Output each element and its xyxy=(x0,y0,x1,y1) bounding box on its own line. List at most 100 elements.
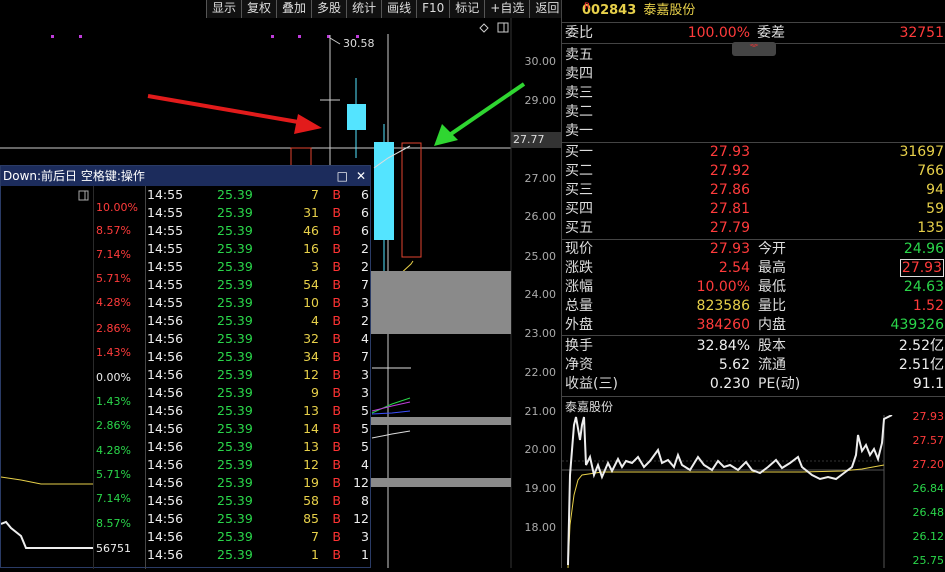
chart-price-label: 26.12 xyxy=(912,530,945,543)
pct-label: 8.57% xyxy=(96,224,131,237)
trade-side: B xyxy=(332,205,341,220)
fund-label: 股本 xyxy=(758,338,786,354)
stat-label: 最低 xyxy=(758,279,786,295)
trade-side: B xyxy=(332,511,341,526)
trade-row: 14:55 25.39 16 B 2 xyxy=(145,240,372,258)
trade-vol: 54 xyxy=(303,277,319,292)
trade-time: 14:55 xyxy=(147,295,184,310)
buy-label: 买三 xyxy=(565,182,593,198)
trade-price: 25.39 xyxy=(217,277,253,292)
trade-row: 14:55 25.39 3 B 2 xyxy=(145,258,372,276)
popup-title-bar[interactable]: Down:前后日 空格键:操作 □ ✕ xyxy=(1,166,370,186)
trade-vol: 32 xyxy=(303,331,319,346)
panel-toggle-icon[interactable] xyxy=(497,22,509,33)
price-label: 19.00 xyxy=(524,482,557,495)
trade-side: B xyxy=(332,223,341,238)
weicha-label: 委差 xyxy=(757,25,785,41)
toolbar-add-watchlist-button[interactable]: +自选 xyxy=(484,0,530,18)
stock-header: R 002843 泰嘉股份 xyxy=(562,0,945,22)
toolbar-multistock-button[interactable]: 多股 xyxy=(311,0,347,18)
trade-num: 8 xyxy=(361,493,369,508)
trade-side: B xyxy=(332,421,341,436)
volume-bar xyxy=(371,417,511,425)
trade-vol: 14 xyxy=(303,421,319,436)
stat-value: 24.96 xyxy=(903,241,944,257)
trade-vol: 13 xyxy=(303,439,319,454)
toolbar-back-button[interactable]: 返回 xyxy=(529,0,565,18)
toolbar-draw-button[interactable]: 画线 xyxy=(381,0,417,18)
sell-label: 卖二 xyxy=(565,104,593,120)
fundamental-row: 净资 5.62 流通 2.51亿 xyxy=(562,356,945,375)
trade-num: 6 xyxy=(361,205,369,220)
trade-time: 14:56 xyxy=(147,367,184,382)
sell-label: 卖一 xyxy=(565,123,593,139)
close-icon[interactable]: ✕ xyxy=(356,166,366,186)
price-label: 29.00 xyxy=(524,94,557,107)
toolbar-mark-button[interactable]: 标记 xyxy=(449,0,485,18)
fund-value: 32.84% xyxy=(696,338,750,354)
diamond-icon[interactable] xyxy=(479,23,489,33)
trade-list[interactable]: 14:55 25.39 7 B 6 14:55 25.39 31 B 6 14:55 25.39 46 B… xyxy=(145,186,372,564)
trade-side: B xyxy=(332,295,341,310)
maximize-icon[interactable]: □ xyxy=(337,166,348,186)
trade-price: 25.39 xyxy=(217,385,253,400)
toolbar-f10-button[interactable]: F10 xyxy=(416,0,450,18)
stat-value: 24.63 xyxy=(903,279,944,295)
toolbar-stats-button[interactable]: 统计 xyxy=(346,0,382,18)
fund-label: PE(动) xyxy=(758,376,801,392)
percent-scale: 10.00% 8.57% 7.14% 5.71% 4.28% 2.86% 1.4… xyxy=(93,186,146,569)
trade-row: 14:56 25.39 4 B 2 xyxy=(145,312,372,330)
fund-label: 净资 xyxy=(565,357,593,373)
trade-price: 25.39 xyxy=(217,511,253,526)
fund-value: 5.62 xyxy=(718,357,750,373)
trade-row: 14:56 25.39 19 B 12 xyxy=(145,474,372,492)
trade-num: 1 xyxy=(361,547,369,562)
stat-label: 现价 xyxy=(565,241,593,257)
toolbar-overlay-button[interactable]: 叠加 xyxy=(276,0,312,18)
trade-time: 14:56 xyxy=(147,493,184,508)
signal-dots xyxy=(51,35,359,38)
trade-price: 25.39 xyxy=(217,421,253,436)
fund-label: 收益(三) xyxy=(565,376,618,392)
trade-vol: 9 xyxy=(311,385,319,400)
weicha-value: 32751 xyxy=(899,25,944,41)
buy-label: 买一 xyxy=(565,144,593,160)
r-badge: R xyxy=(584,2,591,12)
fundamental-row: 换手 32.84% 股本 2.52亿 xyxy=(562,337,945,356)
trade-price: 25.39 xyxy=(217,439,253,454)
stat-value: 27.93 xyxy=(899,259,944,277)
trade-price: 25.39 xyxy=(217,241,253,256)
trade-vol: 34 xyxy=(303,349,319,364)
trade-num: 5 xyxy=(361,439,369,454)
trade-time: 14:55 xyxy=(147,241,184,256)
trade-row: 14:56 25.39 34 B 7 xyxy=(145,348,372,366)
stat-row: 涨跌 2.54 最高 27.93 xyxy=(562,259,945,278)
trade-side: B xyxy=(332,331,341,346)
price-label: 30.00 xyxy=(524,55,557,68)
trade-vol: 4 xyxy=(311,313,319,328)
toolbar-adjust-button[interactable]: 复权 xyxy=(241,0,277,18)
stat-label: 内盘 xyxy=(758,317,786,333)
trade-side: B xyxy=(332,349,341,364)
chart-price-label: 26.84 xyxy=(912,482,945,495)
stat-value: 439326 xyxy=(890,317,944,333)
trade-row: 14:56 25.39 58 B 8 xyxy=(145,492,372,510)
trade-time: 14:56 xyxy=(147,529,184,544)
stat-label: 今开 xyxy=(758,241,786,257)
intraday-chart[interactable] xyxy=(562,415,945,568)
buy-price: 27.79 xyxy=(709,220,750,236)
volume-bar xyxy=(371,478,511,487)
trade-side: B xyxy=(332,187,341,202)
trade-num: 3 xyxy=(361,385,369,400)
toolbar-display-button[interactable]: 显示 xyxy=(206,0,242,18)
stock-name: 泰嘉股份 xyxy=(643,3,696,18)
trade-time: 14:55 xyxy=(147,277,184,292)
trade-num: 12 xyxy=(353,511,369,526)
buy-row: 买四 27.81 59 xyxy=(562,200,945,219)
pct-label: 1.43% xyxy=(96,395,131,408)
trade-price: 25.39 xyxy=(217,403,253,418)
stat-label: 量比 xyxy=(758,298,786,314)
trade-row: 14:56 25.39 7 B 3 xyxy=(145,528,372,546)
stat-row: 涨幅 10.00% 最低 24.63 xyxy=(562,278,945,297)
trade-side: B xyxy=(332,313,341,328)
